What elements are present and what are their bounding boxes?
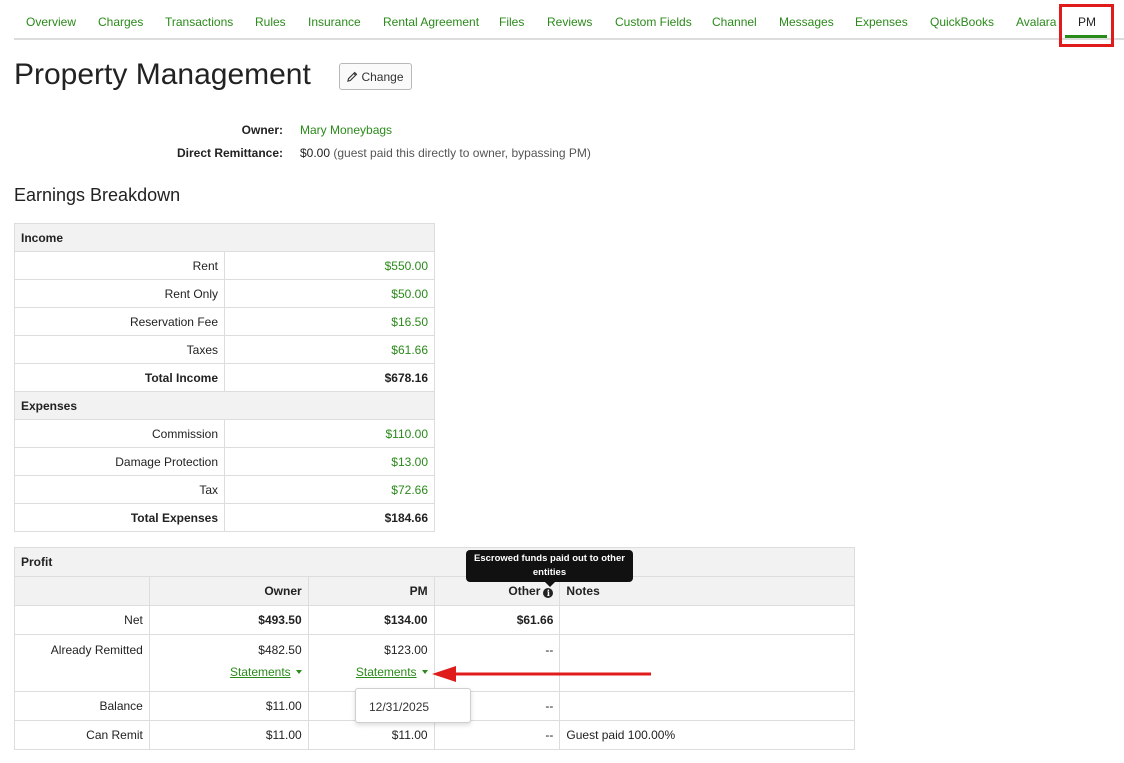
profit-header-blank [14,576,150,606]
owner-label: Owner: [241,123,283,137]
net-notes [559,605,855,635]
expense-row-label: Damage Protection [14,447,225,476]
table-row: Taxes $61.66 [14,335,435,364]
can-remit-owner: $11.00 [148,720,309,750]
tab-rules[interactable]: Rules [255,0,286,38]
page-title: Property Management [14,58,311,91]
tab-messages[interactable]: Messages [779,0,834,38]
income-row-label: Rent Only [14,279,225,308]
expense-row-label: Commission [14,419,225,448]
pencil-icon [347,71,358,82]
income-row-value: $61.66 [224,335,435,364]
tab-expenses[interactable]: Expenses [855,0,908,38]
net-row: Net $493.50 $134.00 $61.66 [14,605,855,635]
net-label: Net [14,605,150,635]
tab-transactions[interactable]: Transactions [165,0,233,38]
income-row-value: $16.50 [224,307,435,336]
info-icon[interactable]: i [543,588,554,598]
direct-remittance-amount: $0.00 [300,146,331,160]
caret-down-icon [421,670,428,674]
income-row-value: $50.00 [224,279,435,308]
change-button[interactable]: Change [339,63,412,90]
tab-custom-fields[interactable]: Custom Fields [615,0,692,38]
profit-header-row: Owner PM Other i Notes [14,576,855,606]
tab-quickbooks[interactable]: QuickBooks [930,0,994,38]
owner-statements-label: Statements [229,665,291,679]
total-expenses-label: Total Expenses [14,503,225,532]
can-remit-pm: $11.00 [307,720,435,750]
red-arrow-annotation [432,666,651,682]
income-row-label: Rent [14,251,225,280]
owner-name-link[interactable]: Mary Moneybags [300,123,392,137]
expense-row-value: $72.66 [224,475,435,504]
direct-remittance-value: $0.00 (guest paid this directly to owner… [300,146,591,160]
change-button-label: Change [361,70,404,84]
table-row: Rent $550.00 [14,251,435,280]
balance-label: Balance [14,691,150,721]
income-row-value: $550.00 [224,251,435,280]
income-row-label: Reservation Fee [14,307,225,336]
total-expenses-value: $184.66 [224,503,435,532]
direct-remittance-label: Direct Remittance: [176,146,283,160]
table-row: Damage Protection $13.00 [14,447,435,476]
can-remit-row: Can Remit $11.00 $11.00 -- Guest paid 10… [14,720,855,750]
expenses-group-label: Expenses [14,391,435,420]
owner-column-header: Owner [148,576,309,606]
earnings-table: Income Rent $550.00 Rent Only $50.00 Res… [14,223,435,532]
income-group-label: Income [14,223,435,252]
tab-reviews[interactable]: Reviews [547,0,592,38]
pm-statements-label: Statements [355,665,417,679]
earnings-heading: Earnings Breakdown [14,185,181,205]
expense-row-label: Tax [14,475,225,504]
statement-date-item[interactable]: 12/31/2025 [369,700,429,714]
can-remit-label: Can Remit [14,720,150,750]
owner-statements-dropdown[interactable]: Statements [230,665,302,679]
remitted-owner-value: $482.50 [258,643,302,657]
tab-channel[interactable]: Channel [712,0,757,38]
balance-owner: $11.00 [148,691,309,721]
income-row-label: Taxes [14,335,225,364]
remitted-label: Already Remitted [14,634,150,692]
table-row: Tax $72.66 [14,475,435,504]
net-other: $61.66 [433,605,561,635]
other-column-header-label: Other [508,584,541,598]
remitted-owner: $482.50 Statements [148,634,309,692]
statements-dropdown-menu: 12/31/2025 [355,688,471,723]
pm-statements-dropdown[interactable]: Statements [356,665,428,679]
other-info-tooltip: Escrowed funds paid out to other entitie… [466,550,633,587]
table-row: Rent Only $50.00 [14,279,435,308]
expense-row-value: $13.00 [224,447,435,476]
can-remit-other: -- [433,720,561,750]
tab-files[interactable]: Files [499,0,524,38]
tab-insurance[interactable]: Insurance [308,0,361,38]
total-income-value: $678.16 [224,363,435,392]
can-remit-notes: Guest paid 100.00% [559,720,855,750]
caret-down-icon [295,670,302,674]
expense-row-value: $110.00 [224,419,435,448]
total-expenses-row: Total Expenses $184.66 [14,503,435,532]
highlight-annotation-box [1059,4,1114,47]
tab-charges[interactable]: Charges [98,0,143,38]
table-row: Reservation Fee $16.50 [14,307,435,336]
net-owner: $493.50 [148,605,309,635]
remitted-pm: $123.00 Statements [307,634,435,692]
tab-rental-agreement[interactable]: Rental Agreement [383,0,479,38]
table-row: Commission $110.00 [14,419,435,448]
pm-column-header: PM [307,576,435,606]
total-income-label: Total Income [14,363,225,392]
balance-notes [559,691,855,721]
profit-group-label: Profit [14,547,855,577]
remitted-pm-value: $123.00 [384,643,428,657]
net-pm: $134.00 [307,605,435,635]
total-income-row: Total Income $678.16 [14,363,435,392]
tab-bar: Overview Charges Transactions Rules Insu… [14,0,1124,40]
direct-remittance-note: (guest paid this directly to owner, bypa… [333,146,591,160]
tab-avalara[interactable]: Avalara [1016,0,1056,38]
tab-overview[interactable]: Overview [26,0,76,38]
